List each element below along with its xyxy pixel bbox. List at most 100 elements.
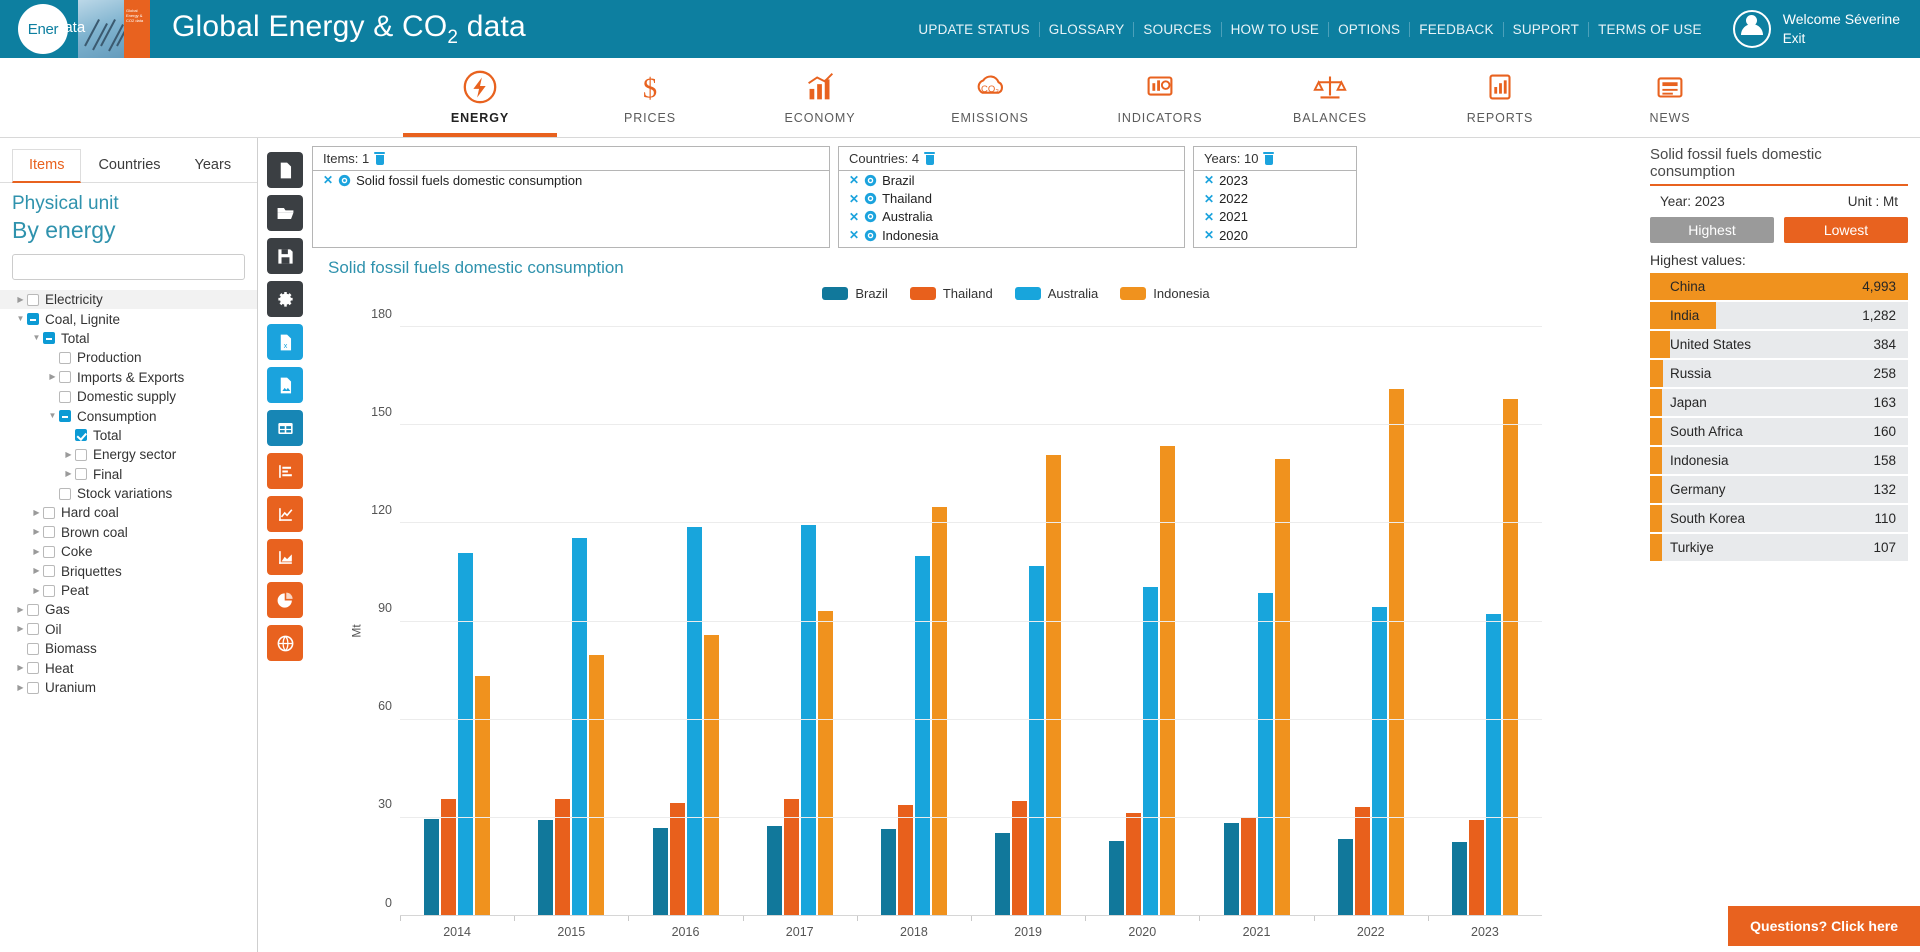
bar-australia-2014[interactable] <box>458 552 474 916</box>
bar-indonesia-2023[interactable] <box>1502 399 1518 916</box>
selected-item[interactable]: ✕ Solid fossil fuels domestic consumption <box>313 171 829 189</box>
bar-indonesia-2020[interactable] <box>1160 446 1176 916</box>
tree-checkbox[interactable] <box>27 623 39 636</box>
user-account-block[interactable]: Welcome Séverine Exit <box>1732 10 1900 48</box>
bar-australia-2020[interactable] <box>1143 586 1159 916</box>
chevron-right-icon[interactable]: ▶ <box>14 683 27 692</box>
visibility-eye-icon[interactable] <box>864 229 877 242</box>
line-chart-button[interactable] <box>267 496 303 532</box>
bar-thailand-2018[interactable] <box>897 805 913 916</box>
highest-button[interactable]: Highest <box>1650 217 1774 243</box>
tree-item-domestic-supply[interactable]: ▶ Domestic supply <box>0 387 257 406</box>
bar-indonesia-2014[interactable] <box>475 676 491 916</box>
chevron-right-icon[interactable]: ▶ <box>30 528 43 536</box>
tree-checkbox[interactable] <box>27 603 39 616</box>
export-excel-button[interactable]: x <box>267 324 303 360</box>
tree-checkbox[interactable] <box>59 487 71 500</box>
selected-year[interactable]: ✕ 2023 <box>1194 171 1356 189</box>
bar-brazil-2022[interactable] <box>1337 839 1353 916</box>
chevron-down-icon[interactable]: ▼ <box>14 315 27 323</box>
pie-chart-button[interactable] <box>267 582 303 618</box>
bar-brazil-2014[interactable] <box>424 819 440 916</box>
bar-indonesia-2021[interactable] <box>1274 458 1290 916</box>
settings-button[interactable] <box>267 281 303 317</box>
ranking-row[interactable]: Russia 258 <box>1650 360 1908 387</box>
legend-item-australia[interactable]: Australia <box>1014 286 1098 301</box>
bar-indonesia-2017[interactable] <box>817 611 833 916</box>
tree-checkbox[interactable] <box>59 390 71 403</box>
clear-years-trash-icon[interactable] <box>1263 152 1275 165</box>
bar-indonesia-2019[interactable] <box>1046 454 1062 916</box>
bar-brazil-2019[interactable] <box>995 833 1011 916</box>
chevron-down-icon[interactable]: ▼ <box>46 412 59 420</box>
chevron-right-icon[interactable]: ▶ <box>14 625 27 633</box>
nav-feedback[interactable]: FEEDBACK <box>1410 21 1504 37</box>
tree-item-total[interactable]: ▶ Total <box>0 426 257 445</box>
tab-indicators[interactable]: INDICATORS <box>1075 58 1245 137</box>
bar-thailand-2020[interactable] <box>1126 812 1142 916</box>
chevron-right-icon[interactable]: ▶ <box>62 450 75 459</box>
tree-item-brown-coal[interactable]: ▶ Brown coal <box>0 523 257 542</box>
bar-thailand-2016[interactable] <box>669 803 685 916</box>
ranking-row[interactable]: Germany 132 <box>1650 476 1908 503</box>
tab-items[interactable]: Items <box>12 149 82 183</box>
selected-country[interactable]: ✕ Indonesia <box>839 226 1184 244</box>
remove-icon[interactable]: ✕ <box>1204 211 1214 223</box>
tree-checkbox[interactable] <box>27 662 39 675</box>
bar-australia-2022[interactable] <box>1371 606 1387 916</box>
save-button[interactable] <box>267 238 303 274</box>
tree-checkbox[interactable] <box>43 584 55 597</box>
tree-checkbox[interactable] <box>59 371 71 384</box>
new-document-button[interactable] <box>267 152 303 188</box>
selected-year[interactable]: ✕ 2020 <box>1194 226 1356 244</box>
tree-item-stock-variations[interactable]: ▶ Stock variations <box>0 484 257 503</box>
remove-icon[interactable]: ✕ <box>849 174 859 186</box>
bar-brazil-2023[interactable] <box>1451 842 1467 916</box>
bar-thailand-2022[interactable] <box>1354 807 1370 916</box>
tree-item-oil[interactable]: ▶ Oil <box>0 620 257 639</box>
chevron-down-icon[interactable]: ▼ <box>30 334 43 342</box>
bar-indonesia-2022[interactable] <box>1388 389 1404 916</box>
chevron-right-icon[interactable]: ▶ <box>14 605 27 614</box>
bar-australia-2018[interactable] <box>914 556 930 916</box>
selected-country[interactable]: ✕ Australia <box>839 208 1184 226</box>
bar-brazil-2018[interactable] <box>880 829 896 916</box>
ranking-row[interactable]: Indonesia 158 <box>1650 447 1908 474</box>
tree-item-production[interactable]: ▶ Production <box>0 348 257 367</box>
bar-australia-2023[interactable] <box>1485 614 1501 916</box>
map-view-button[interactable] <box>267 625 303 661</box>
tree-checkbox[interactable] <box>75 468 87 481</box>
chevron-right-icon[interactable]: ▶ <box>30 567 43 575</box>
area-chart-button[interactable] <box>267 539 303 575</box>
tree-checkbox[interactable] <box>27 681 39 694</box>
bar-brazil-2017[interactable] <box>766 826 782 916</box>
tab-countries[interactable]: Countries <box>81 149 177 183</box>
visibility-eye-icon[interactable] <box>338 174 351 187</box>
tab-economy[interactable]: ECONOMY <box>735 58 905 137</box>
nav-how-to-use[interactable]: HOW TO USE <box>1222 21 1330 37</box>
chevron-right-icon[interactable]: ▶ <box>30 586 43 595</box>
tab-balances[interactable]: BALANCES <box>1245 58 1415 137</box>
nav-glossary[interactable]: GLOSSARY <box>1040 21 1135 37</box>
bar-australia-2017[interactable] <box>800 524 816 916</box>
tree-item-hard-coal[interactable]: ▶ Hard coal <box>0 503 257 522</box>
bar-thailand-2023[interactable] <box>1468 820 1484 916</box>
tree-item-briquettes[interactable]: ▶ Briquettes <box>0 561 257 580</box>
legend-item-brazil[interactable]: Brazil <box>822 286 888 301</box>
clear-items-trash-icon[interactable] <box>374 152 386 165</box>
clear-countries-trash-icon[interactable] <box>924 152 936 165</box>
nav-support[interactable]: SUPPORT <box>1504 21 1590 37</box>
tree-item-uranium[interactable]: ▶ Uranium <box>0 678 257 697</box>
bar-brazil-2021[interactable] <box>1223 822 1239 916</box>
tree-checkbox[interactable] <box>75 429 87 442</box>
bar-australia-2016[interactable] <box>686 526 702 916</box>
tree-checkbox[interactable] <box>75 448 87 461</box>
selected-year[interactable]: ✕ 2021 <box>1194 208 1356 226</box>
tree-item-coke[interactable]: ▶ Coke <box>0 542 257 561</box>
visibility-eye-icon[interactable] <box>864 174 877 187</box>
bar-indonesia-2018[interactable] <box>931 506 947 916</box>
tree-checkbox[interactable] <box>43 565 55 578</box>
nav-update-status[interactable]: UPDATE STATUS <box>909 21 1040 37</box>
chevron-right-icon[interactable]: ▶ <box>62 470 75 478</box>
selected-year[interactable]: ✕ 2022 <box>1194 189 1356 207</box>
